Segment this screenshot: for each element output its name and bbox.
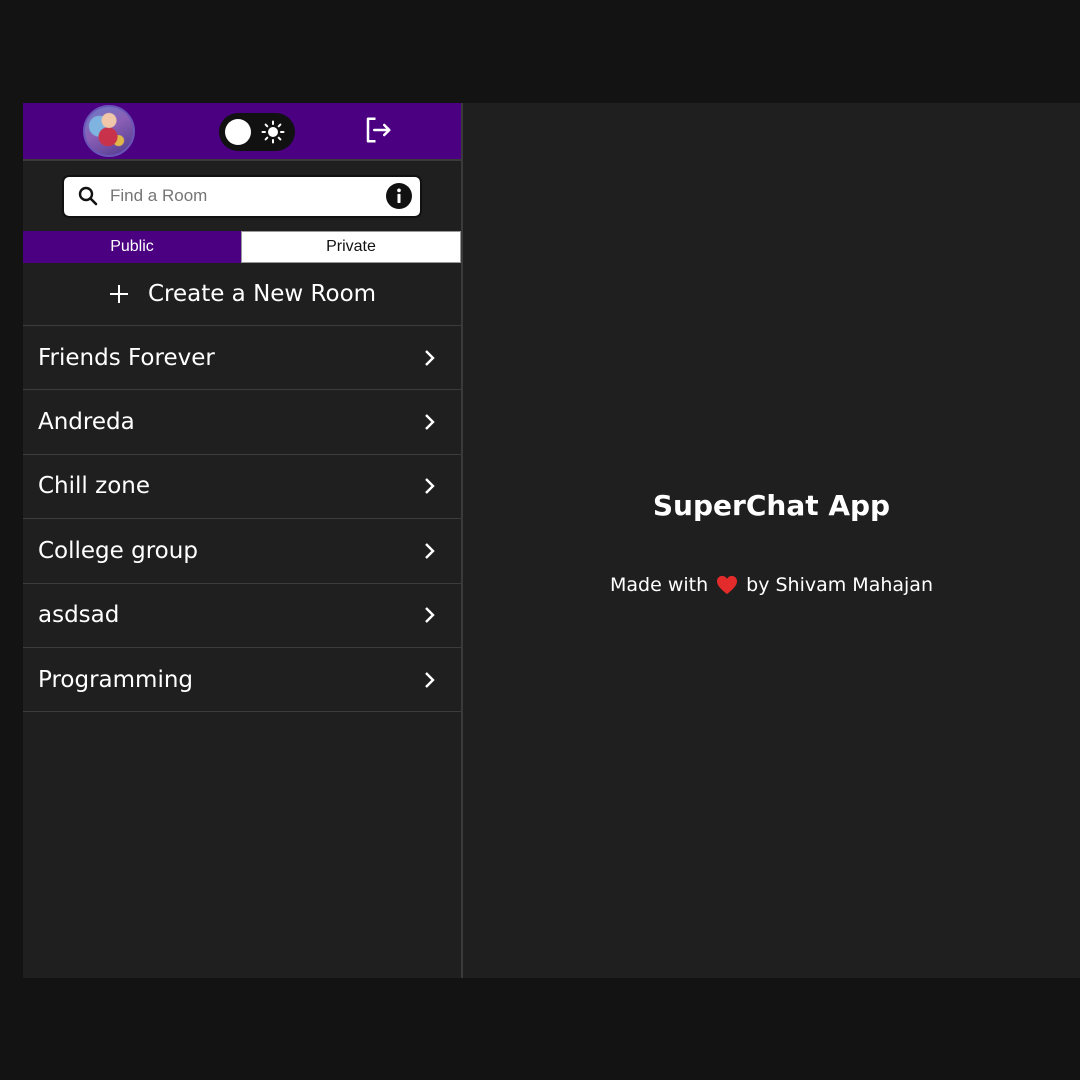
tab-public[interactable]: Public (23, 231, 241, 263)
search-icon (78, 186, 98, 206)
room-name: Friends Forever (38, 344, 215, 371)
theme-toggle[interactable] (219, 113, 295, 151)
room-type-tabs: Public Private (23, 231, 461, 263)
search-bar-container (23, 161, 461, 231)
tab-private[interactable]: Private (241, 231, 461, 263)
room-item[interactable]: Chill zone (23, 455, 461, 520)
room-name: College group (38, 537, 198, 564)
avatar[interactable] (83, 105, 135, 157)
main-panel: SuperChat App Made with by Shivam Mahaja… (463, 103, 1080, 978)
chevron-right-icon (425, 414, 435, 430)
sidebar: Public Private Create a New Room Friends… (23, 103, 463, 978)
room-item[interactable]: Andreda (23, 390, 461, 455)
plus-icon (109, 285, 128, 303)
credit-suffix: by Shivam Mahajan (746, 574, 933, 596)
room-item[interactable]: Programming (23, 648, 461, 713)
chevron-right-icon (425, 349, 435, 366)
create-room-button[interactable]: Create a New Room (23, 263, 461, 326)
chevron-right-icon (425, 543, 435, 559)
search-input[interactable] (100, 186, 386, 206)
room-item[interactable]: College group (23, 519, 461, 584)
room-item[interactable]: asdsad (23, 584, 461, 648)
sidebar-header (23, 103, 461, 161)
heart-icon (717, 575, 738, 595)
toggle-knob (225, 119, 251, 145)
info-icon[interactable] (386, 183, 412, 209)
app-window: Public Private Create a New Room Friends… (23, 103, 1080, 978)
chevron-right-icon (425, 607, 435, 624)
room-name: Andreda (38, 409, 135, 436)
credit-prefix: Made with (610, 574, 709, 596)
chevron-right-icon (425, 478, 435, 495)
sun-icon (261, 120, 285, 144)
credit-line: Made with by Shivam Mahajan (463, 574, 1080, 596)
chevron-right-icon (425, 671, 435, 688)
room-list: Friends Forever Andreda Chill zone Colle… (23, 326, 461, 713)
room-name: asdsad (38, 602, 120, 629)
search-box (62, 174, 422, 218)
app-title: SuperChat App (652, 489, 891, 522)
logout-icon[interactable] (363, 115, 393, 145)
room-item[interactable]: Friends Forever (23, 326, 461, 391)
room-name: Programming (38, 666, 194, 693)
room-name: Chill zone (38, 473, 150, 500)
create-room-label: Create a New Room (147, 281, 377, 307)
